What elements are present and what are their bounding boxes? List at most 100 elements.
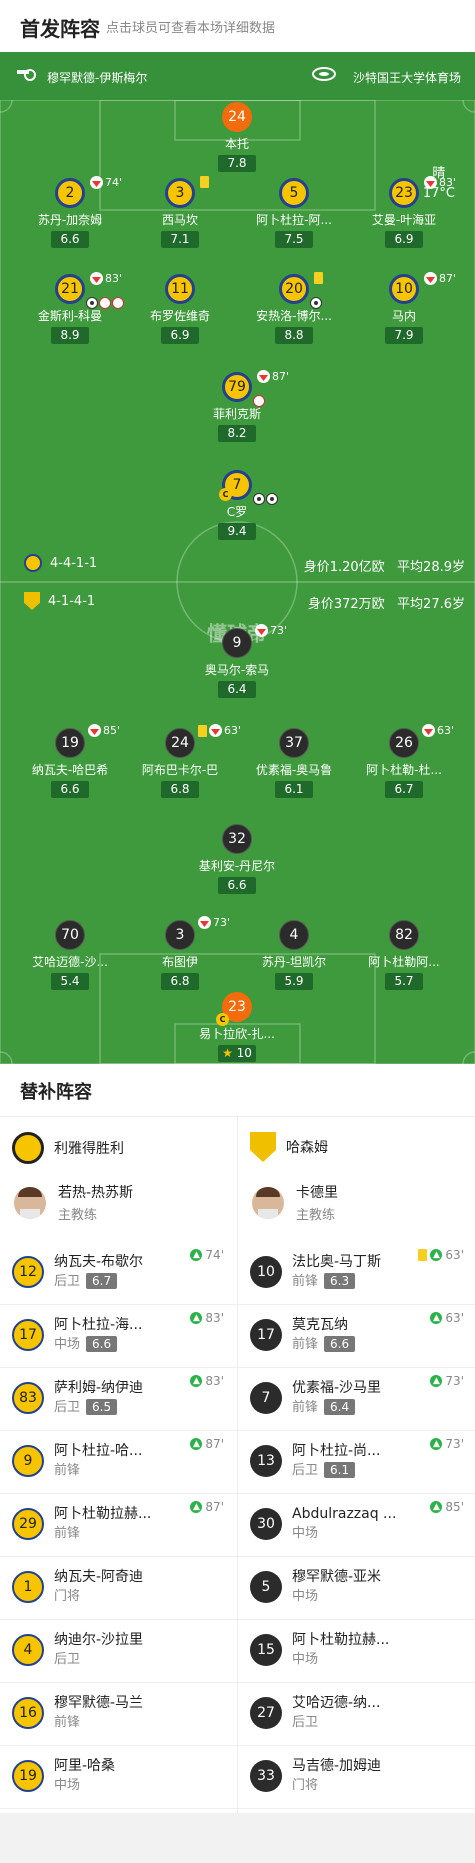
shirt-number: 5 (250, 1571, 282, 1603)
player-home[interactable]: 5 阿卜杜拉-阿... 7.5 (234, 178, 354, 248)
sub-time: 73' (270, 624, 288, 637)
player-rating: 7.1 (161, 231, 199, 248)
player-away[interactable]: 19 85' 纳瓦夫-哈巴希 6.6 (10, 724, 130, 798)
goal-ball-icon (266, 493, 278, 505)
away-coach[interactable]: 卡德里 主教练 (252, 1182, 338, 1223)
substitute-row[interactable]: 4 纳迪尔-沙拉里 后卫 (12, 1620, 232, 1680)
player-home[interactable]: 10 87' 马内 7.9 (344, 272, 464, 344)
coach-role: 主教练 (296, 1208, 336, 1223)
substitute-row[interactable]: 7 优素福-沙马里 前锋 6.4 ▲ 73' (250, 1368, 470, 1428)
player-home[interactable]: 23 83' 艾曼-叶海亚 6.9 (344, 176, 464, 248)
away-formation: 4-1-4-1 (24, 592, 95, 610)
sub-time: 73' (213, 916, 231, 929)
player-home-gk[interactable]: 24 本托 7.8 (177, 102, 297, 172)
player-away[interactable]: 24 63' 阿布巴卡尔-巴 6.8 (120, 724, 241, 798)
home-coach[interactable]: 若热-热苏斯 主教练 (14, 1182, 133, 1223)
sub-in-icon: ▲ (190, 1312, 203, 1324)
substitute-row[interactable]: 9 阿卜杜拉-哈... 前锋 ▲ 87' (12, 1431, 232, 1491)
shirt-number: 10 (250, 1256, 282, 1288)
venue-bar: 穆罕默德-伊斯梅尔 沙特国王大学体育场 (0, 52, 475, 100)
player-home[interactable]: 11 布罗佐维奇 6.9 (120, 274, 240, 344)
yellow-card-icon (418, 1249, 428, 1261)
substitute-row[interactable]: 29 阿卜杜勒拉赫... 前锋 ▲ 87' (12, 1494, 232, 1554)
substitute-row[interactable]: 13 阿卜杜拉-尚... 后卫 6.1 ▲ 73' (250, 1431, 470, 1491)
substitute-row[interactable]: 15 阿卜杜勒拉赫... 中场 (250, 1620, 470, 1680)
shirt-number: 21 (61, 281, 79, 297)
substitute-row[interactable]: 19 阿里-哈桑 中场 (12, 1746, 232, 1806)
substitute-row[interactable]: 10 法比奥-马丁斯 前锋 6.3 ▲ 63' (250, 1242, 470, 1302)
sub-out-icon (424, 176, 437, 189)
player-name: 布图伊 (161, 955, 198, 969)
player-home[interactable]: 20 安热洛-博尔... 8.8 (234, 272, 354, 344)
shirt-number: 37 (279, 728, 309, 758)
player-name: 阿卜杜勒拉赫... (54, 1506, 152, 1522)
coach-avatar (14, 1186, 46, 1219)
player-away[interactable]: 70 艾哈迈德-沙... 5.4 (10, 920, 130, 990)
player-name: Abdulrazzaq ... (292, 1506, 397, 1522)
player-away[interactable]: 82 阿卜杜勒阿... 5.7 (344, 920, 464, 990)
player-rating: 6.7 (385, 781, 423, 798)
formation-label: 4-1-4-1 (48, 593, 96, 609)
home-team-header[interactable]: 利雅得胜利 (12, 1132, 124, 1164)
substitute-row[interactable]: 17 阿卜杜拉-海... 中场 6.6 ▲ 83' (12, 1305, 232, 1365)
substitute-row[interactable]: 83 萨利姆-纳伊迪 后卫 6.5 ▲ 83' (12, 1368, 232, 1428)
player-away[interactable]: 4 苏丹-坦凯尔 5.9 (234, 920, 354, 990)
player-away-gk[interactable]: 23 C 易卜拉欣-扎... ★ 10 (177, 992, 297, 1062)
substitute-row[interactable]: 17 莫克瓦纳 前锋 6.6 ▲ 63' (250, 1305, 470, 1365)
sub-on-badge: ▲ 83' (190, 1311, 224, 1325)
substitute-row[interactable]: 1 纳瓦夫-阿奇迪 门将 (12, 1557, 232, 1617)
substitute-row[interactable]: 30 Abdulrazzaq ... 中场 ▲ 85' (250, 1494, 470, 1554)
away-team-header[interactable]: 哈森姆 (250, 1132, 328, 1162)
shirt-number: 29 (12, 1508, 44, 1540)
coach-avatar (252, 1186, 284, 1219)
player-name: 萨利姆-纳伊迪 (54, 1380, 144, 1396)
shirt-number: 3 (175, 927, 185, 943)
substitute-row[interactable]: 12 纳瓦夫-布歇尔 后卫 6.7 ▲ 74' (12, 1242, 232, 1302)
substitute-row[interactable]: 5 穆罕默德-亚米 中场 (250, 1557, 470, 1617)
sub-off-badge: 73' (198, 916, 230, 929)
player-rating: 7.9 (385, 327, 423, 344)
player-away[interactable]: 32 基利安-丹尼尔 6.6 (177, 824, 297, 894)
player-position: 前锋 (54, 1715, 81, 1730)
player-away[interactable]: 37 优素福-奥马鲁 6.1 (234, 728, 354, 798)
row-divider (238, 1808, 475, 1809)
player-home[interactable]: 2 74' 苏丹-加奈姆 6.6 (10, 176, 130, 248)
player-away[interactable]: 3 73' 布图伊 6.8 (120, 916, 240, 990)
player-rating: 6.6 (51, 781, 89, 798)
player-rating: 7.5 (275, 231, 313, 248)
substitute-row[interactable]: 27 艾哈迈德-纳... 后卫 (250, 1683, 470, 1743)
player-home[interactable]: 7 C C罗 9.4 (177, 470, 297, 540)
player-away[interactable]: 26 63' 阿卜杜勒-杜... 6.7 (344, 724, 464, 798)
shirt-number: 17 (250, 1319, 282, 1351)
sub-out-icon (255, 624, 268, 637)
yellow-card-icon (198, 724, 207, 737)
shirt-number: 23 (228, 999, 246, 1015)
player-name: 阿卜杜拉-阿... (256, 213, 332, 227)
player-home[interactable]: 79 87' 菲利克斯 8.2 (177, 370, 297, 442)
sub-on-badge: ▲ 85' (430, 1500, 464, 1514)
star-icon: ★ (222, 1046, 233, 1060)
player-name: 艾哈迈德-纳... (292, 1695, 381, 1711)
player-home[interactable]: 21 83' 金斯利-科曼 8.9 (10, 272, 130, 344)
shirt-number: 17 (12, 1319, 44, 1351)
sub-out-icon (209, 724, 222, 737)
player-rating: 6.4 (324, 1399, 356, 1415)
player-name: 纳瓦夫-阿奇迪 (54, 1569, 144, 1585)
shirt-number: 70 (55, 920, 85, 950)
substitute-row[interactable]: 16 穆罕默德-马兰 前锋 (12, 1683, 232, 1743)
sub-time: 63' (445, 1311, 464, 1325)
sub-on-badge: ▲ 83' (190, 1374, 224, 1388)
shirt-number: 10 (395, 281, 413, 297)
player-home[interactable]: 3 西马坎 7.1 (120, 176, 240, 248)
player-away[interactable]: 9 73' 奥马尔-索马 6.4 (177, 624, 297, 698)
sub-off-badge: 87' (424, 272, 456, 285)
player-position: 后卫 (292, 1463, 319, 1478)
player-name: 阿卜杜勒-杜... (366, 763, 442, 777)
player-name: 阿卜杜拉-海... (54, 1317, 143, 1333)
player-position: 中场 (54, 1337, 81, 1352)
substitute-row[interactable]: 33 马吉德-加姆迪 门将 (250, 1746, 470, 1806)
sub-time: 83' (205, 1311, 224, 1325)
booking-badge (200, 176, 209, 188)
team-age: 平均28.9岁 (397, 560, 465, 575)
player-name: 阿里-哈桑 (54, 1758, 116, 1774)
